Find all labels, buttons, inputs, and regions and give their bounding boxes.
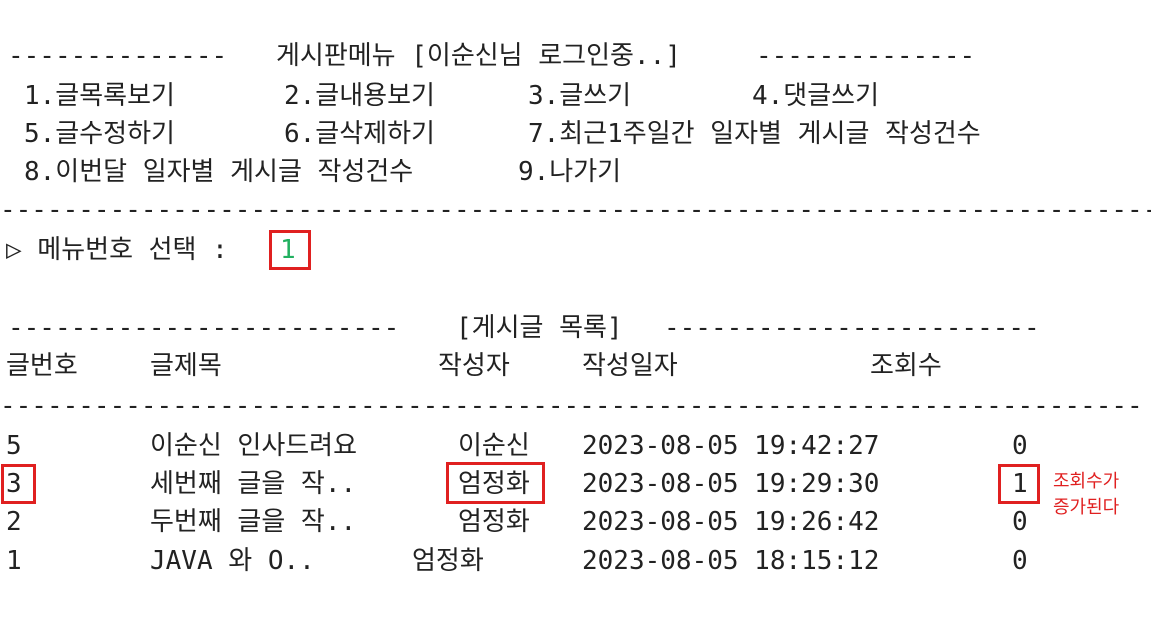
row-no: 2 [6, 507, 22, 537]
row-title: 세번째 글을 작.. [150, 469, 357, 499]
annotation-line-1: 조회수가 [1053, 471, 1120, 492]
row-no: 5 [6, 431, 22, 461]
row-date: 2023-08-05 19:26:42 [582, 507, 880, 537]
row-no: 1 [6, 546, 22, 576]
menu-item-write: 3.글쓰기 [528, 81, 632, 111]
list-header-left-dashes: ------------------------- [8, 313, 400, 343]
menu-select-prompt: ▷ 메뉴번호 선택 : [6, 235, 228, 265]
menu-item-exit: 9.나가기 [518, 157, 622, 187]
row-title: 이순신 인사드려요 [150, 431, 358, 461]
column-header-title: 글제목 [150, 351, 222, 381]
menu-number-input[interactable]: 1 [280, 234, 296, 266]
menu-item-monthly-stats: 8.이번달 일자별 게시글 작성건수 [24, 157, 414, 187]
row-date: 2023-08-05 18:15:12 [582, 546, 880, 576]
list-title: [게시글 목록] [456, 313, 623, 343]
menu-item-delete: 6.글삭제하기 [284, 119, 435, 149]
column-header-views: 조회수 [870, 351, 942, 381]
menu-item-comment: 4.댓글쓰기 [752, 81, 879, 111]
menu-item-list: 1.글목록보기 [24, 81, 175, 111]
list-header-right-dashes: ------------------------ [664, 313, 1040, 343]
menu-item-view: 2.글내용보기 [284, 81, 435, 111]
row-author: 엄정화 [458, 469, 530, 499]
menu-header-left-dashes: -------------- [8, 41, 228, 71]
menu-item-weekly-stats: 7.최근1주일간 일자별 게시글 작성건수 [528, 119, 981, 149]
row-date: 2023-08-05 19:29:30 [582, 469, 880, 499]
row-views: 0 [1012, 507, 1028, 537]
annotation-line-2: 증가된다 [1053, 497, 1120, 518]
row-views: 0 [1012, 546, 1028, 576]
list-separator: ----------------------------------------… [0, 391, 1140, 421]
row-author: 엄정화 [458, 507, 530, 537]
column-header-no: 글번호 [6, 351, 78, 381]
row-title: 두번째 글을 작.. [150, 507, 357, 537]
row-author: 이순신 [458, 431, 530, 461]
row-date: 2023-08-05 19:42:27 [582, 431, 880, 461]
row-title: JAVA 와 O.. [150, 546, 315, 576]
row-author: 엄정화 [412, 546, 484, 576]
row-no: 3 [6, 469, 22, 499]
column-header-date: 작성일자 [582, 351, 678, 381]
row-views: 1 [1012, 469, 1028, 499]
menu-title: 게시판메뉴 [이순신님 로그인중..] [276, 41, 681, 71]
column-header-author: 작성자 [438, 351, 510, 381]
row-views: 0 [1012, 431, 1028, 461]
menu-header-right-dashes: -------------- [756, 41, 976, 71]
menu-item-edit: 5.글수정하기 [24, 119, 175, 149]
menu-separator: ----------------------------------------… [0, 195, 1151, 225]
